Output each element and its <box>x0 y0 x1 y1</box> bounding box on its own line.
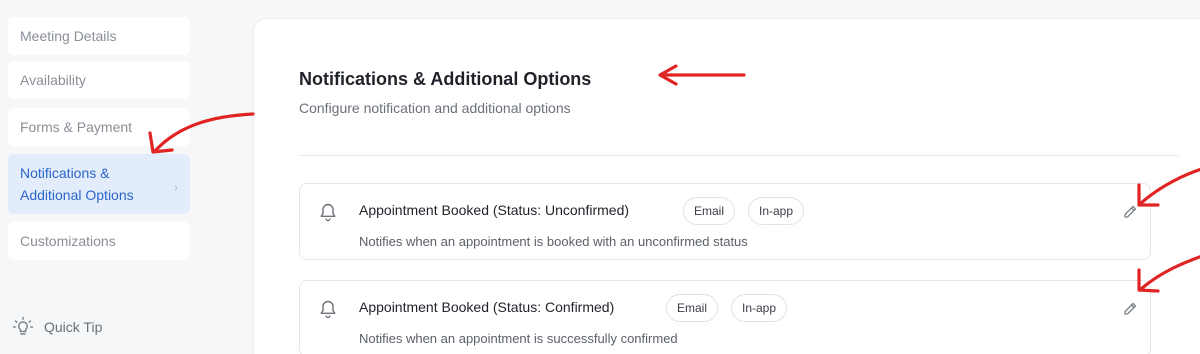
notification-name: Appointment Booked (Status: Unconfirmed) <box>359 202 630 218</box>
bell-icon <box>319 202 337 227</box>
sidebar-item-customizations[interactable]: Customizations <box>8 222 190 260</box>
lightbulb-icon <box>12 316 34 338</box>
page-subtitle: Configure notification and additional op… <box>299 100 571 116</box>
divider <box>299 155 1179 156</box>
sidebar-item-forms-payment[interactable]: Forms & Payment <box>8 108 190 146</box>
quick-tip[interactable]: Quick Tip <box>12 316 102 338</box>
notification-description: Notifies when an appointment is successf… <box>359 331 678 346</box>
sidebar-item-label: Availability <box>20 72 86 88</box>
notification-row: Appointment Booked (Status: Confirmed) E… <box>299 280 1151 354</box>
page-title: Notifications & Additional Options <box>299 69 592 89</box>
sidebar-item-label: Customizations <box>20 233 116 249</box>
sidebar-item-label: Forms & Payment <box>20 119 133 135</box>
notification-row: Appointment Booked (Status: Unconfirmed)… <box>299 183 1151 260</box>
sidebar-item-label: Meeting Details <box>20 28 117 44</box>
sidebar-item-meeting-details[interactable]: Meeting Details <box>8 17 190 55</box>
notification-description: Notifies when an appointment is booked w… <box>359 234 748 249</box>
channel-badge-email: Email <box>666 294 719 322</box>
channel-badge-email: Email <box>683 197 736 225</box>
quick-tip-label: Quick Tip <box>44 319 103 335</box>
bell-icon <box>319 299 337 324</box>
pencil-icon[interactable] <box>1122 204 1138 225</box>
sidebar-item-label: Notifications & Additional Options <box>20 165 134 203</box>
channel-badge-in-app: In-app <box>748 197 805 225</box>
notification-name: Appointment Booked (Status: Confirmed) <box>359 299 615 315</box>
channel-badge-in-app: In-app <box>731 294 788 322</box>
sidebar-item-notifications[interactable]: Notifications & Additional Options › <box>8 154 190 214</box>
chevron-right-icon: › <box>174 180 178 194</box>
pencil-icon[interactable] <box>1122 301 1138 322</box>
sidebar-item-availability[interactable]: Availability <box>8 61 190 99</box>
